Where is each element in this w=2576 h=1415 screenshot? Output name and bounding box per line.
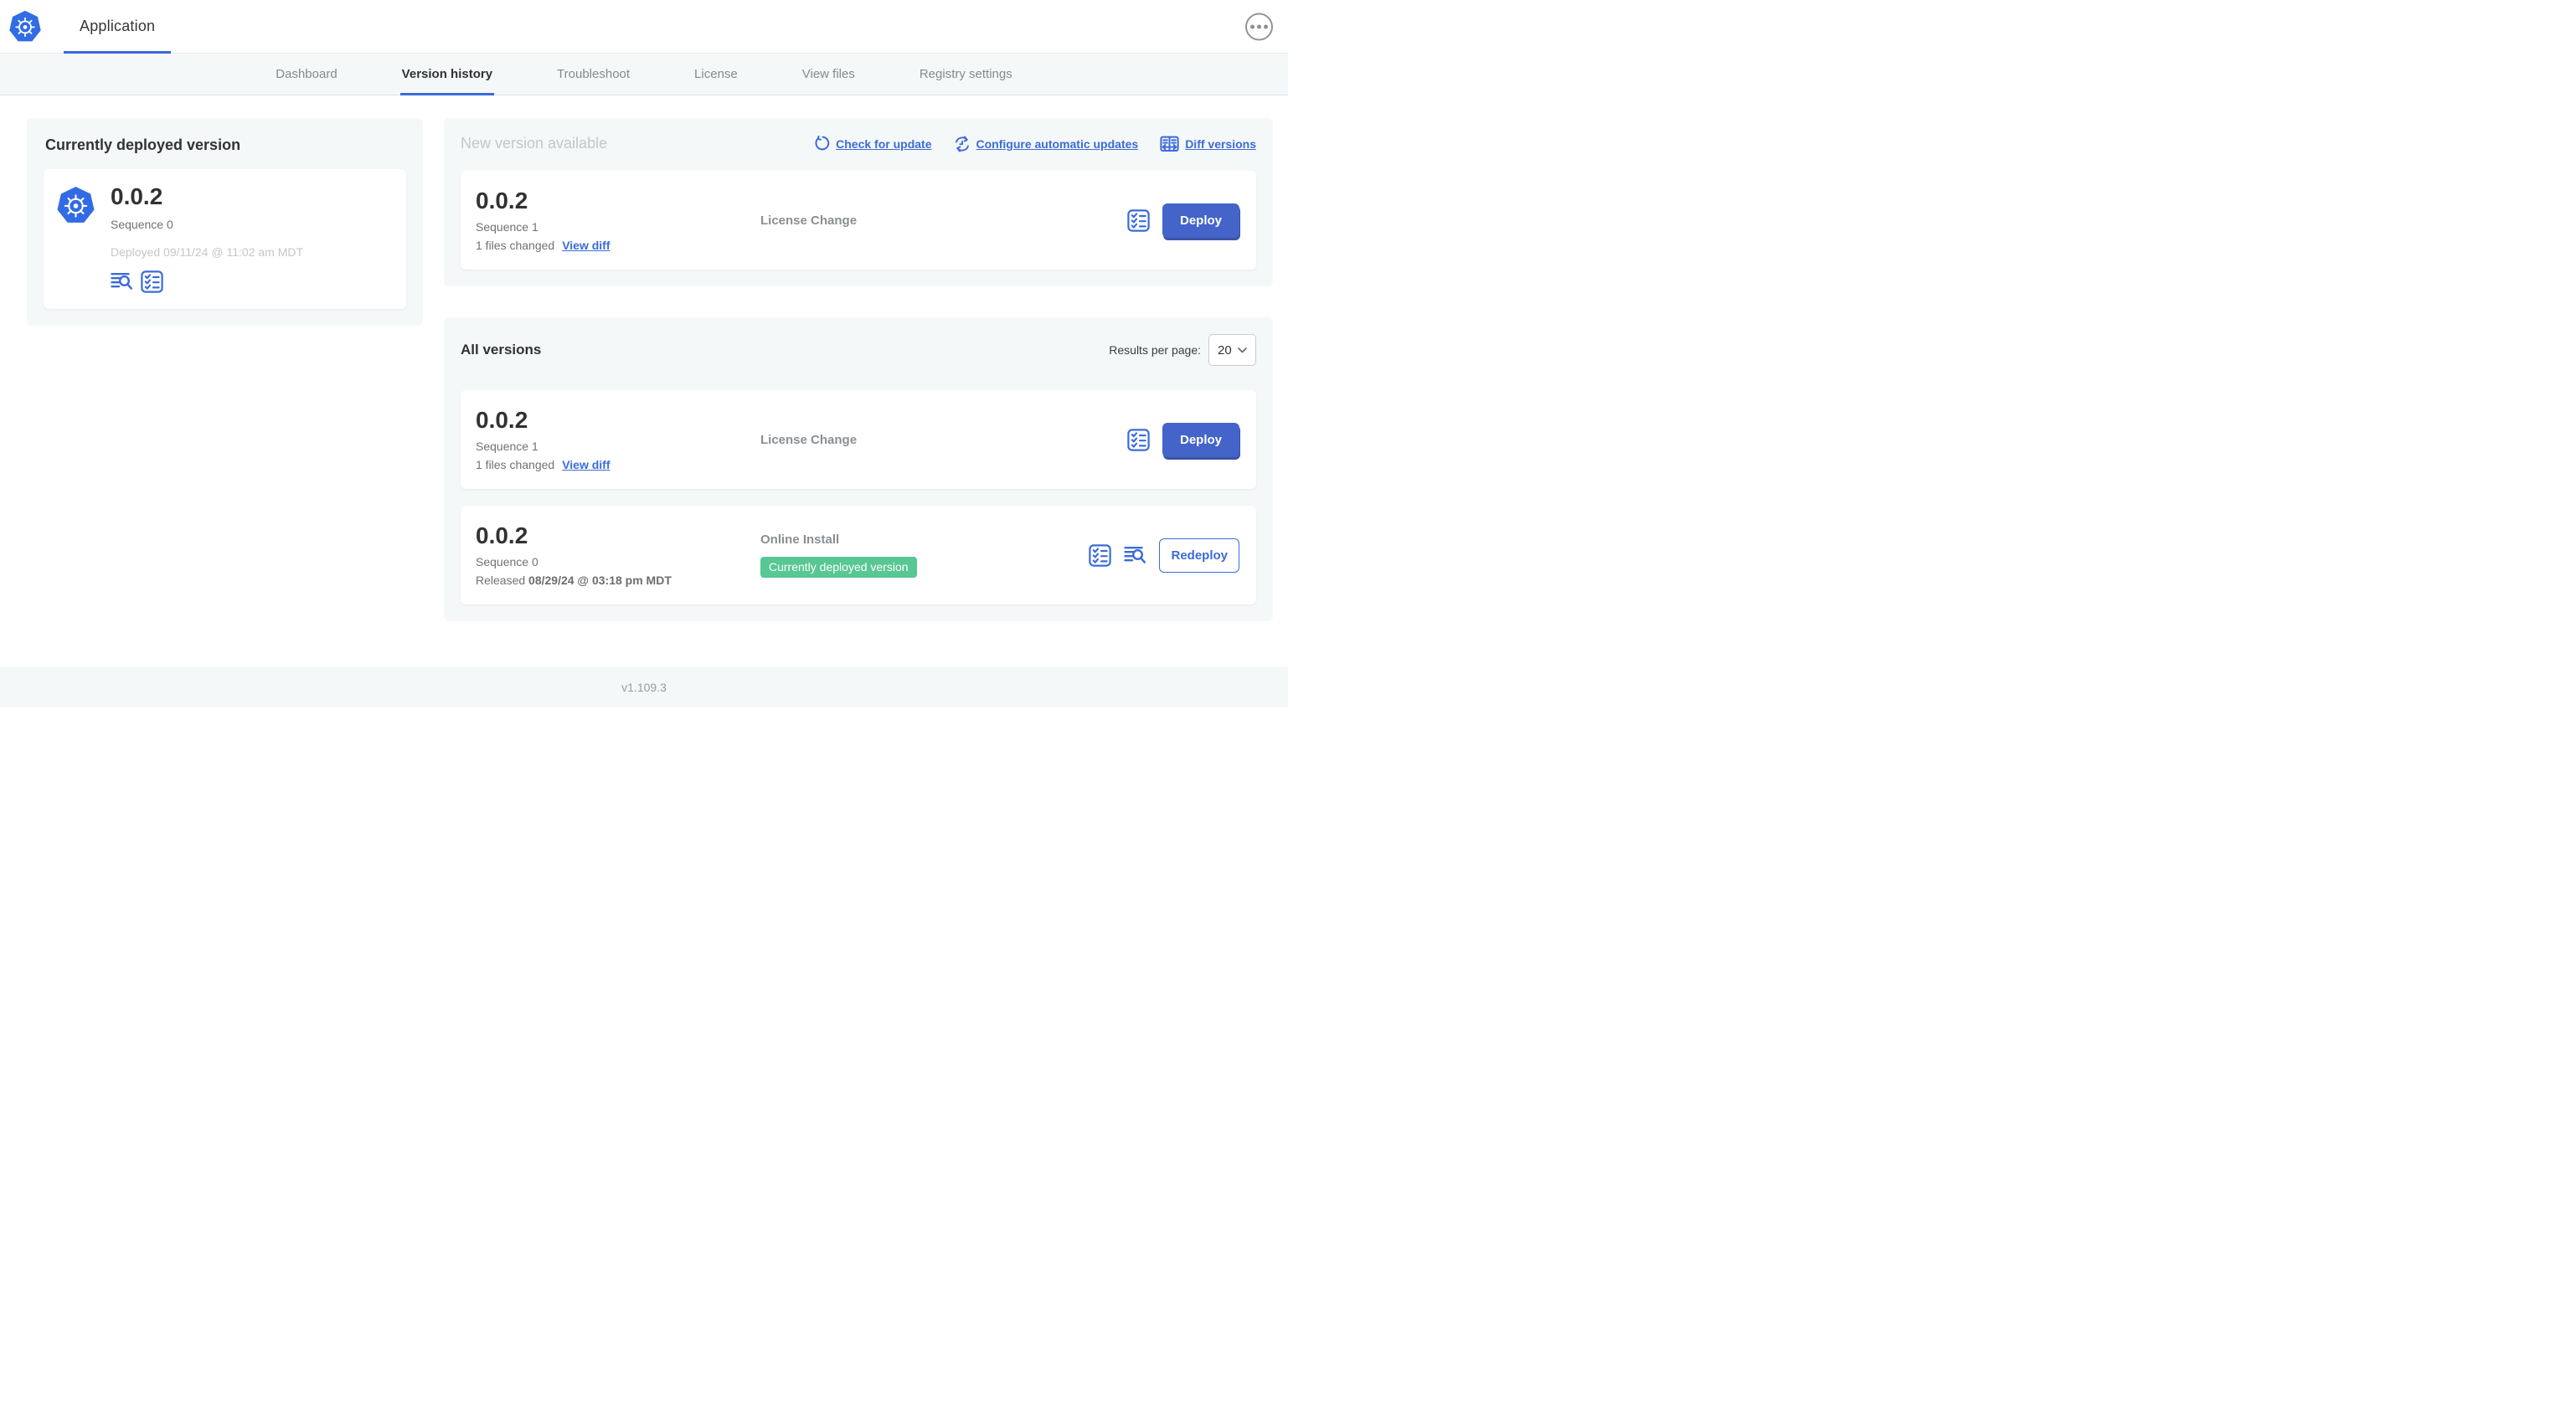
tab-view-files[interactable]: View files xyxy=(801,54,857,95)
deployed-card-actions xyxy=(111,270,303,293)
version-number: 0.0.2 xyxy=(476,188,528,214)
version-source: License Change xyxy=(760,213,858,228)
preflight-checklist-icon[interactable] xyxy=(1127,428,1150,451)
view-diff-link[interactable]: View diff xyxy=(562,458,610,471)
automatic-updates-schedule-icon xyxy=(955,135,969,152)
deployed-timestamp: Deployed 09/11/24 @ 11:02 am MDT xyxy=(111,245,304,260)
ellipsis-icon xyxy=(1250,24,1255,28)
version-row: 0.0.2 Sequence 1 1 files changed View di… xyxy=(461,390,1256,489)
version-info: 0.0.2 Sequence 1 1 files changed View di… xyxy=(476,188,760,252)
files-changed: 1 files changed View diff xyxy=(476,457,611,471)
diff-versions-link[interactable]: Diff versions xyxy=(1160,136,1256,152)
new-version-row: 0.0.2 Sequence 1 1 files changed View di… xyxy=(461,171,1256,270)
new-version-heading: New version available xyxy=(461,135,608,152)
preflight-checklist-icon[interactable] xyxy=(1089,543,1112,567)
version-actions: Deploy xyxy=(1127,203,1239,238)
app-tab[interactable]: Application xyxy=(64,0,172,54)
kubernetes-logo-icon xyxy=(9,10,41,41)
active-tab-underline xyxy=(399,93,495,95)
app-title: Application xyxy=(80,18,156,34)
preflight-checklist-icon[interactable] xyxy=(141,270,163,293)
all-versions-header: All versions Results per page: 20 xyxy=(461,334,1256,366)
version-number: 0.0.2 xyxy=(476,407,528,434)
version-sequence: Sequence 0 xyxy=(476,554,538,569)
results-per-page-label: Results per page: xyxy=(1109,343,1201,357)
tab-version-history[interactable]: Version history xyxy=(399,54,495,95)
configure-automatic-updates-link[interactable]: Configure automatic updates xyxy=(954,135,1138,152)
view-logs-icon[interactable] xyxy=(1124,546,1146,565)
version-row: 0.0.2 Sequence 0 Released 08/29/24 @ 03:… xyxy=(461,506,1256,605)
deploy-button[interactable]: Deploy xyxy=(1162,203,1239,238)
ellipsis-menu-button[interactable] xyxy=(1245,13,1273,40)
version-sequence: Sequence 1 xyxy=(476,439,538,453)
tab-dashboard[interactable]: Dashboard xyxy=(274,54,338,95)
released-timestamp: Released 08/29/24 @ 03:18 pm MDT xyxy=(476,573,672,587)
new-version-header: New version available Check for update C… xyxy=(461,135,1256,152)
version-history-page: Currently deployed version 0.0.2 Sequenc… xyxy=(0,95,1288,651)
view-diff-link[interactable]: View diff xyxy=(562,239,610,252)
currently-deployed-panel: Currently deployed version 0.0.2 Sequenc… xyxy=(27,118,423,327)
refresh-icon xyxy=(815,136,830,151)
console-footer: v1.109.3 xyxy=(0,666,1288,708)
chevron-down-icon xyxy=(1237,347,1247,352)
all-versions-panel: All versions Results per page: 20 0.0.2 … xyxy=(444,317,1273,621)
deployed-version-card: 0.0.2 Sequence 0 Deployed 09/11/24 @ 11:… xyxy=(44,169,406,310)
admin-console-version: v1.109.3 xyxy=(621,680,667,694)
tab-registry-settings[interactable]: Registry settings xyxy=(918,54,1014,95)
app-header: Application xyxy=(0,0,1288,54)
deployed-version-number: 0.0.2 xyxy=(111,183,163,209)
version-source: Online Install Currently deployed versio… xyxy=(760,533,1089,578)
deploy-button[interactable]: Deploy xyxy=(1162,422,1239,457)
version-actions: Redeploy xyxy=(1089,538,1239,573)
diff-icon xyxy=(1160,136,1179,152)
version-actions: Deploy xyxy=(1127,422,1239,457)
preflight-checklist-icon[interactable] xyxy=(1127,208,1150,232)
version-source: License Change xyxy=(760,432,858,447)
files-changed: 1 files changed View diff xyxy=(476,238,611,252)
new-version-panel: New version available Check for update C… xyxy=(444,118,1273,286)
version-number: 0.0.2 xyxy=(476,522,528,549)
view-logs-icon[interactable] xyxy=(111,272,133,291)
all-versions-heading: All versions xyxy=(461,342,542,358)
deployed-sequence: Sequence 0 xyxy=(111,218,173,232)
tab-troubleshoot[interactable]: Troubleshoot xyxy=(555,54,631,95)
kubernetes-logo-icon xyxy=(57,186,95,223)
version-sequence: Sequence 1 xyxy=(476,219,538,234)
currently-deployed-badge: Currently deployed version xyxy=(760,557,917,578)
active-app-tab-underline xyxy=(64,51,172,54)
console-subnav: Dashboard Version history Troubleshoot L… xyxy=(0,54,1288,95)
results-per-page: Results per page: 20 xyxy=(1109,334,1256,366)
update-actions: Check for update Configure automatic upd… xyxy=(814,135,1256,152)
version-info: 0.0.2 Sequence 1 1 files changed View di… xyxy=(476,407,760,471)
version-info: 0.0.2 Sequence 0 Released 08/29/24 @ 03:… xyxy=(476,522,760,587)
check-for-update-link[interactable]: Check for update xyxy=(814,136,932,152)
redeploy-button[interactable]: Redeploy xyxy=(1159,538,1239,573)
tab-license[interactable]: License xyxy=(693,54,739,95)
results-per-page-select[interactable]: 20 xyxy=(1208,334,1256,366)
versions-column: New version available Check for update C… xyxy=(444,118,1273,621)
currently-deployed-heading: Currently deployed version xyxy=(45,136,241,153)
